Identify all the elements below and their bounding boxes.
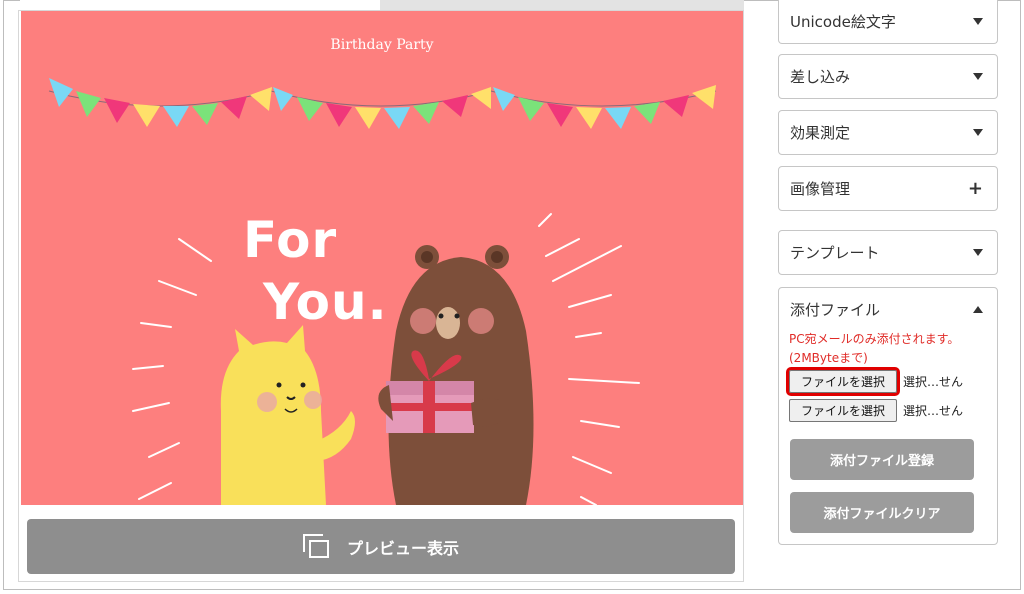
panel-label: 添付ファイル: [790, 300, 881, 319]
preview-button[interactable]: プレビュー表示: [27, 519, 735, 574]
panel-label: 画像管理: [790, 180, 851, 198]
burst-lines: [132, 213, 640, 505]
caret-down-icon: [973, 249, 983, 256]
birthday-illustration: [48, 78, 717, 505]
card-title: Birthday Party: [330, 37, 434, 53]
caret-down-icon: [973, 18, 983, 25]
file-input-row-1: ファイルを選択 選択…せん: [786, 367, 997, 396]
panel-label: 効果測定: [790, 124, 851, 142]
panel-attachment: 添付ファイル PC宛メールのみ添付されます。 (2MByteまで) ファイルを選…: [778, 287, 998, 545]
attachment-note-line2: (2MByteまで): [789, 351, 868, 365]
bunting-flags: [49, 78, 716, 129]
bear-illustration: [378, 245, 534, 505]
headline-you: You.: [263, 273, 388, 331]
plus-icon: +: [967, 177, 983, 199]
caret-down-icon: [973, 73, 983, 80]
panel-label: 差し込み: [790, 68, 851, 86]
caret-down-icon: [973, 129, 983, 136]
panel-template[interactable]: テンプレート: [778, 230, 998, 275]
panel-label: テンプレート: [790, 244, 880, 262]
attachment-note-line1: PC宛メールのみ添付されます。: [789, 332, 960, 346]
panel-merge-fields[interactable]: 差し込み: [778, 54, 998, 99]
caret-up-icon: [973, 305, 983, 313]
preview-windows-icon: [302, 533, 333, 560]
cat-illustration: [220, 325, 355, 505]
panel-unicode-emoji[interactable]: Unicode絵文字: [778, 0, 998, 44]
panel-label: Unicode絵文字: [790, 13, 896, 31]
attachment-note: PC宛メールのみ添付されます。 (2MByteまで): [779, 330, 997, 368]
panel-image-management[interactable]: 画像管理 +: [778, 166, 998, 211]
choose-file-button[interactable]: ファイルを選択: [786, 367, 900, 396]
attachment-header[interactable]: 添付ファイル: [779, 288, 997, 330]
clear-attachment-button[interactable]: 添付ファイルクリア: [790, 492, 974, 533]
email-template-image: Birthday Party For You.: [21, 11, 743, 505]
panel-effect-measurement[interactable]: 効果測定: [778, 110, 998, 155]
preview-button-label: プレビュー表示: [346, 538, 459, 558]
register-attachment-button[interactable]: 添付ファイル登録: [790, 439, 974, 480]
file-status-text: 選択…せん: [903, 404, 964, 418]
file-status-text: 選択…せん: [903, 375, 964, 389]
file-input-row-2: ファイルを選択 選択…せん: [789, 397, 997, 424]
headline-for: For: [243, 211, 338, 269]
choose-file-button[interactable]: ファイルを選択: [789, 399, 897, 422]
